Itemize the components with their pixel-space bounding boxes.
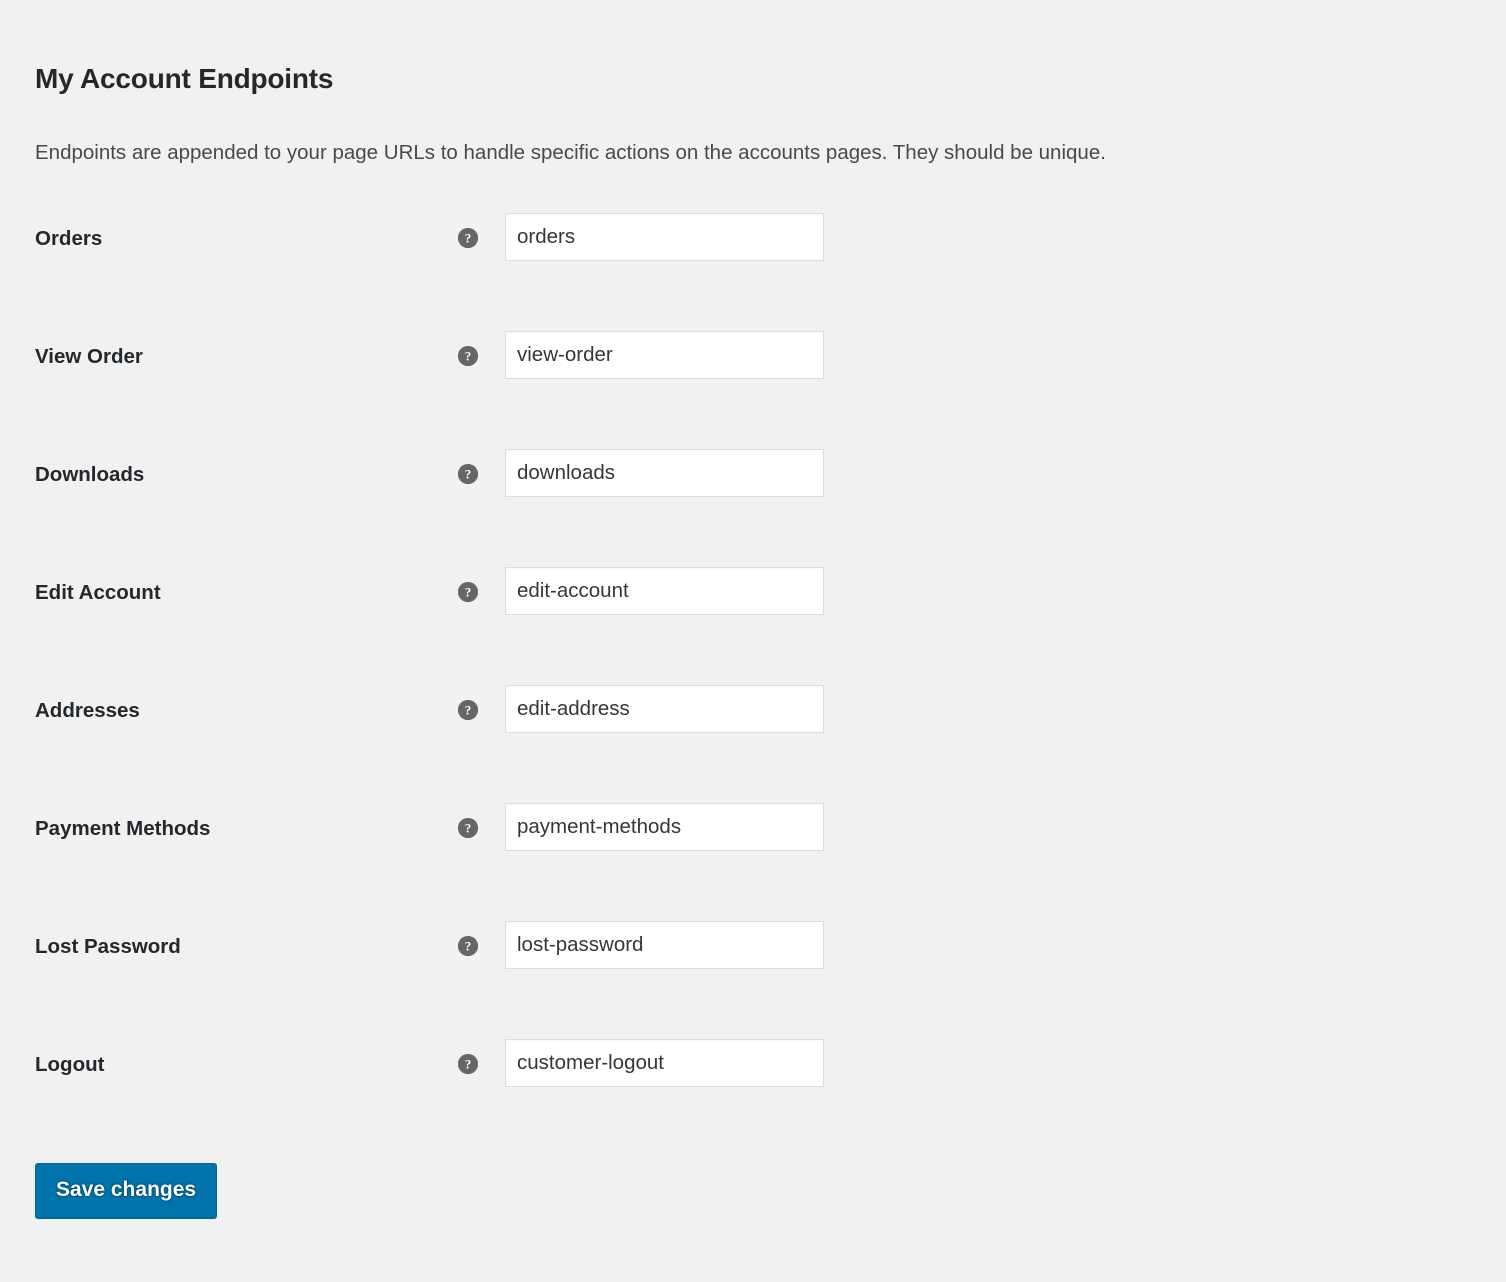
- save-changes-button[interactable]: Save changes: [35, 1163, 218, 1218]
- help-icon[interactable]: ?: [458, 818, 478, 838]
- svg-text:?: ?: [465, 939, 472, 954]
- endpoint-row: Downloads?: [0, 441, 1506, 559]
- endpoint-label: Orders: [35, 227, 103, 250]
- svg-text:?: ?: [465, 821, 472, 836]
- endpoint-label: Downloads: [35, 463, 145, 486]
- endpoint-label: Lost Password: [35, 935, 181, 958]
- endpoint-label: View Order: [35, 345, 143, 368]
- svg-text:?: ?: [465, 703, 472, 718]
- endpoint-row: Logout?: [0, 1031, 1506, 1149]
- endpoint-input[interactable]: [505, 803, 824, 851]
- endpoint-input[interactable]: [505, 1039, 824, 1087]
- endpoint-row: Edit Account?: [0, 559, 1506, 677]
- help-icon[interactable]: ?: [458, 346, 478, 366]
- help-icon[interactable]: ?: [458, 464, 478, 484]
- endpoint-row: Payment Methods?: [0, 795, 1506, 913]
- endpoint-label: Payment Methods: [35, 817, 211, 840]
- endpoint-input[interactable]: [505, 921, 824, 969]
- help-icon[interactable]: ?: [458, 1054, 478, 1074]
- svg-text:?: ?: [465, 349, 472, 364]
- endpoints-form-table: Orders?View Order?Downloads?Edit Account…: [0, 205, 1506, 1149]
- endpoint-label: Addresses: [35, 699, 140, 722]
- help-icon[interactable]: ?: [458, 936, 478, 956]
- endpoint-input[interactable]: [505, 567, 824, 615]
- page-description: Endpoints are appended to your page URLs…: [35, 140, 1106, 164]
- help-icon[interactable]: ?: [458, 582, 478, 602]
- endpoint-input[interactable]: [505, 449, 824, 497]
- endpoint-row: Addresses?: [0, 677, 1506, 795]
- svg-text:?: ?: [465, 231, 472, 246]
- endpoint-input[interactable]: [505, 331, 824, 379]
- endpoint-input[interactable]: [505, 213, 824, 261]
- endpoint-row: View Order?: [0, 323, 1506, 441]
- submit-area: Save changes: [35, 1163, 218, 1218]
- svg-text:?: ?: [465, 467, 472, 482]
- endpoint-row: Lost Password?: [0, 913, 1506, 1031]
- endpoint-label: Logout: [35, 1053, 105, 1076]
- help-icon[interactable]: ?: [458, 228, 478, 248]
- page-title: My Account Endpoints: [35, 62, 334, 94]
- svg-text:?: ?: [465, 585, 472, 600]
- endpoint-row: Orders?: [0, 205, 1506, 323]
- settings-page: My Account Endpoints Endpoints are appen…: [0, 0, 1506, 1282]
- endpoint-input[interactable]: [505, 685, 824, 733]
- endpoint-label: Edit Account: [35, 581, 161, 604]
- help-icon[interactable]: ?: [458, 700, 478, 720]
- svg-text:?: ?: [465, 1057, 472, 1072]
